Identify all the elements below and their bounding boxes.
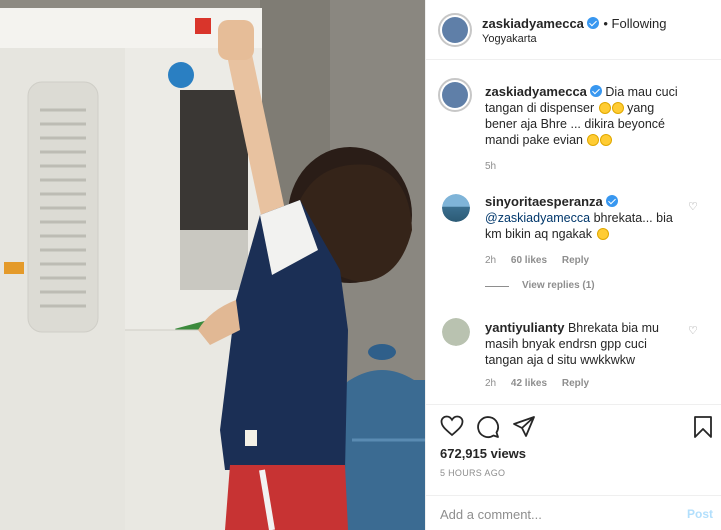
bookmark-icon[interactable] [693,415,713,439]
comment-meta: 2h 60 likes Reply [485,255,589,266]
post-video[interactable] [0,0,425,530]
disappointed-face-emoji [598,102,611,114]
caption-username[interactable]: zaskiadyamecca [485,84,587,99]
commenter-avatar-image [442,318,470,346]
caption-text-line2b: yang [627,101,655,115]
caption-timestamp[interactable]: 5h [485,161,496,172]
comment-like-heart-icon[interactable]: ♡ [688,324,698,337]
comment-composer: Post [426,495,721,530]
replies-divider [485,286,509,287]
verified-badge-icon [589,85,602,97]
share-icon[interactable] [512,415,536,439]
view-replies-button[interactable]: View replies (1) [522,280,595,291]
author-avatar-image [442,17,468,43]
video-frame-illustration [0,0,425,530]
post-actions: 672,915 views 5 HOURS AGO [426,404,721,490]
following-button[interactable]: Following [612,16,667,31]
commenter-avatar[interactable] [442,318,470,346]
author-username[interactable]: zaskiadyamecca [482,16,584,31]
comment-text-line1: Bhrekata bia mu [567,321,659,335]
comment: yantiyulianty Bhrekata bia mu masih bnya… [485,320,700,368]
disappointed-face-emoji [611,102,624,114]
comment-meta: 2h 42 likes Reply [485,378,589,389]
comment-text-line2: km bikin aq ngakak [485,227,593,241]
comment: sinyoritaesperanza @zaskiadyamecca bhrek… [485,194,700,242]
comment-timestamp[interactable]: 2h [485,378,496,389]
comment-mention-link[interactable]: @zaskiadyamecca [485,211,590,225]
view-count[interactable]: 672,915 views [440,446,526,461]
laughing-face-emoji [587,134,600,146]
verified-badge-icon [605,195,618,207]
caption: zaskiadyamecca Dia mau cuci tangan di di… [485,84,710,148]
post-time-ago[interactable]: 5 HOURS AGO [440,468,505,478]
comment-likes-count[interactable]: 60 likes [511,255,547,266]
comment-icon[interactable] [476,415,500,439]
heart-icon[interactable] [440,415,464,437]
commenter-avatar[interactable] [442,194,470,222]
comment-username[interactable]: sinyoritaesperanza [485,194,603,209]
commenter-avatar-image [442,194,470,222]
comment-text-line1: bhrekata... bia [593,211,673,225]
caption-author-avatar[interactable] [438,78,472,112]
laughing-face-emoji [596,228,609,240]
comment-likes-count[interactable]: 42 likes [511,378,547,389]
comment-timestamp[interactable]: 2h [485,255,496,266]
post-details-panel: zaskiadyamecca • Following Yogyakarta za… [425,0,721,530]
caption-text-line4: mandi pake evian [485,133,583,147]
caption-text-line3: bener aja Bhre ... dikira beyoncé [485,117,665,131]
laughing-face-emoji [600,134,613,146]
comment-username[interactable]: yantiyulianty [485,320,564,335]
verified-badge-icon [586,17,599,29]
caption-author-avatar-image [442,82,468,108]
comment-reply-button[interactable]: Reply [562,255,589,266]
caption-text-line2a: tangan di dispenser [485,101,595,115]
comment-like-heart-icon[interactable]: ♡ [688,200,698,213]
comment-reply-button[interactable]: Reply [562,378,589,389]
comment-text-line3: tangan aja d situ wwkkwkw [485,353,636,367]
separator-dot: • [603,16,612,31]
post-header: zaskiadyamecca • Following Yogyakarta [426,0,721,60]
add-comment-input[interactable] [440,505,670,523]
comment-text-line2: masih bnyak endrsn gpp cuci [485,337,647,351]
author-avatar[interactable] [438,13,472,47]
post-location[interactable]: Yogyakarta [482,33,537,45]
caption-text-line1: Dia mau cuci [605,85,678,99]
post-comment-button[interactable]: Post [687,507,713,521]
